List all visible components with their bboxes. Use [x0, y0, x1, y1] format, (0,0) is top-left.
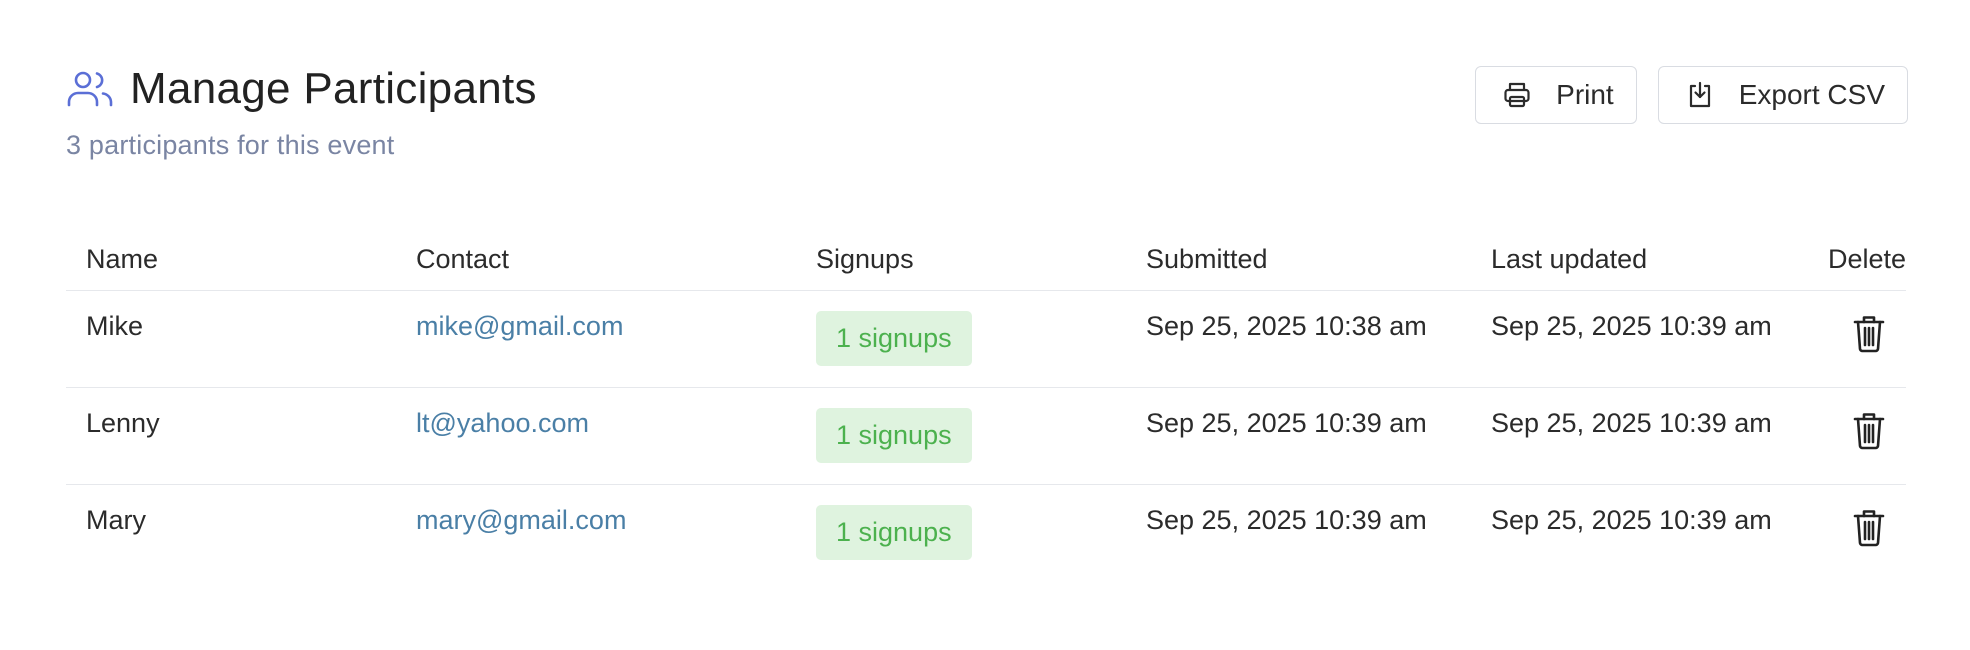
- column-header-last-updated[interactable]: Last updated: [1471, 228, 1796, 291]
- participant-name-cell: Mary: [66, 485, 396, 582]
- submitted-date: Sep 25, 2025 10:39 am: [1146, 505, 1427, 535]
- trash-icon[interactable]: [1852, 410, 1886, 450]
- last-updated-date: Sep 25, 2025 10:39 am: [1491, 408, 1772, 438]
- delete-cell: [1796, 290, 1906, 388]
- column-header-delete: Delete: [1796, 228, 1906, 291]
- export-csv-label: Export CSV: [1738, 79, 1885, 110]
- table-row: Mike mike@gmail.com 1 signups Sep 25, 20…: [66, 290, 1906, 388]
- last-updated-cell: Sep 25, 2025 10:39 am: [1471, 387, 1796, 485]
- participant-count: 3 participants for this event: [66, 130, 395, 160]
- participant-contact-cell: mary@gmail.com: [396, 485, 796, 582]
- last-updated-date: Sep 25, 2025 10:39 am: [1491, 311, 1772, 341]
- signups-badge[interactable]: 1 signups: [816, 311, 972, 366]
- column-header-submitted[interactable]: Submitted: [1126, 228, 1471, 291]
- last-updated-date: Sep 25, 2025 10:39 am: [1491, 505, 1772, 535]
- table-header-row: Name Contact Signups Submitted Last upda…: [66, 228, 1906, 291]
- export-csv-button[interactable]: Export CSV: [1657, 66, 1908, 124]
- participants-page: Manage Participants 3 participants for t…: [66, 0, 1908, 560]
- participants-table: Name Contact Signups Submitted Last upda…: [66, 228, 1906, 582]
- last-updated-cell: Sep 25, 2025 10:39 am: [1471, 290, 1796, 388]
- page-title: Manage Participants: [130, 64, 537, 113]
- participant-contact-cell: lt@yahoo.com: [396, 387, 796, 485]
- page-header: Manage Participants 3 participants for t…: [66, 0, 1908, 200]
- submitted-date: Sep 25, 2025 10:39 am: [1146, 408, 1427, 438]
- print-button[interactable]: Print: [1475, 66, 1637, 124]
- participant-signups-cell: 1 signups: [796, 485, 1126, 582]
- trash-icon[interactable]: [1852, 313, 1886, 353]
- participant-name: Mike: [86, 311, 144, 341]
- participant-name: Lenny: [86, 408, 160, 438]
- participant-name-cell: Mike: [66, 290, 396, 388]
- submitted-date: Sep 25, 2025 10:38 am: [1146, 311, 1427, 341]
- trash-icon[interactable]: [1852, 507, 1886, 547]
- column-header-contact[interactable]: Contact: [396, 228, 796, 291]
- participant-contact-cell: mike@gmail.com: [396, 290, 796, 388]
- download-icon: [1683, 78, 1717, 112]
- users-icon: [66, 69, 114, 109]
- title-row: Manage Participants: [66, 62, 537, 116]
- header-actions: Print Export CSV: [1475, 66, 1908, 124]
- participant-name-cell: Lenny: [66, 387, 396, 485]
- submitted-cell: Sep 25, 2025 10:38 am: [1126, 290, 1471, 388]
- print-label: Print: [1556, 79, 1614, 110]
- submitted-cell: Sep 25, 2025 10:39 am: [1126, 485, 1471, 582]
- printer-icon: [1500, 78, 1534, 112]
- column-header-signups[interactable]: Signups: [796, 228, 1126, 291]
- submitted-cell: Sep 25, 2025 10:39 am: [1126, 387, 1471, 485]
- participant-email-link[interactable]: lt@yahoo.com: [416, 388, 796, 439]
- column-header-name[interactable]: Name: [66, 228, 396, 291]
- participant-name: Mary: [86, 505, 146, 535]
- delete-cell: [1796, 387, 1906, 485]
- participant-email-link[interactable]: mary@gmail.com: [416, 485, 796, 536]
- participant-signups-cell: 1 signups: [796, 387, 1126, 485]
- participant-signups-cell: 1 signups: [796, 290, 1126, 388]
- participant-email-link[interactable]: mike@gmail.com: [416, 291, 796, 342]
- delete-cell: [1796, 485, 1906, 582]
- table-row: Lenny lt@yahoo.com 1 signups Sep 25, 202…: [66, 387, 1906, 485]
- table-row: Mary mary@gmail.com 1 signups Sep 25, 20…: [66, 485, 1906, 582]
- signups-badge[interactable]: 1 signups: [816, 408, 972, 463]
- signups-badge[interactable]: 1 signups: [816, 505, 972, 560]
- last-updated-cell: Sep 25, 2025 10:39 am: [1471, 485, 1796, 582]
